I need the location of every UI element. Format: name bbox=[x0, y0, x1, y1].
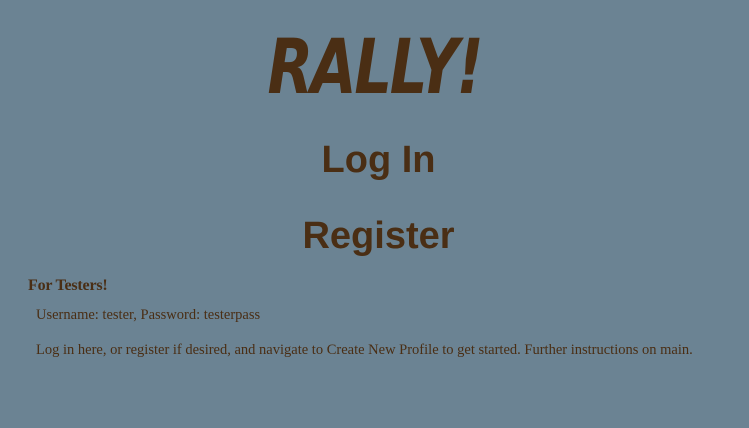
tester-instructions-text: Log in here, or register if desired, and… bbox=[36, 342, 693, 358]
register-link[interactable]: Register bbox=[0, 214, 749, 258]
login-link[interactable]: Log In bbox=[0, 138, 749, 182]
tester-credentials-text: Username: tester, Password: testerpass bbox=[36, 307, 261, 323]
rally-logo: RALLY! bbox=[267, 22, 484, 111]
testers-heading: For Testers! bbox=[28, 277, 108, 294]
